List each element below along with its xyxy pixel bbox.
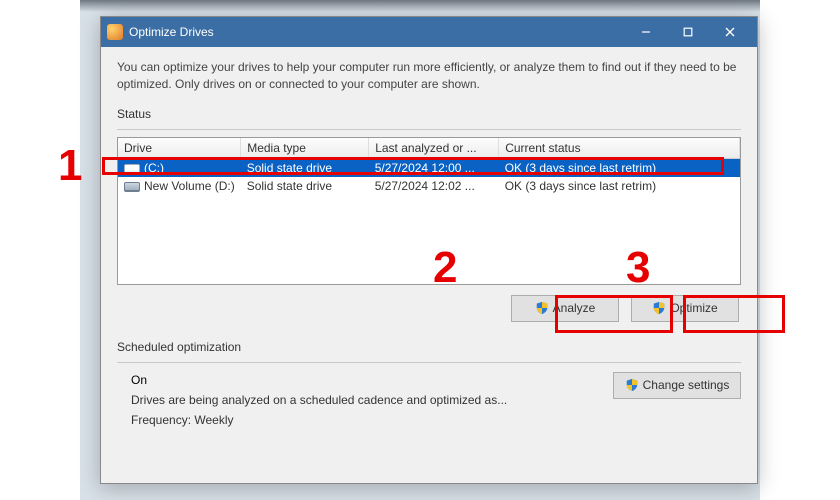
annotation-number-3: 3 — [626, 246, 650, 290]
close-icon — [725, 27, 735, 37]
maximize-button[interactable] — [667, 21, 709, 43]
frequency-label: Frequency: — [131, 413, 191, 427]
drive-name: (C:) — [144, 161, 164, 175]
optimize-label: Optimize — [670, 301, 717, 315]
intro-text: You can optimize your drives to help you… — [117, 59, 741, 93]
scheduled-legend: Scheduled optimization — [117, 340, 247, 354]
drive-icon — [124, 164, 140, 174]
change-settings-label: Change settings — [643, 378, 730, 392]
drive-icon — [124, 182, 140, 192]
col-header-last[interactable]: Last analyzed or ... — [369, 138, 499, 159]
drives-table: Drive Media type Last analyzed or ... Cu… — [118, 138, 740, 195]
table-row[interactable]: (C:) Solid state drive 5/27/2024 12:00 .… — [118, 158, 740, 177]
divider — [117, 362, 741, 363]
drive-status: OK (3 days since last retrim) — [499, 177, 740, 195]
optimize-button[interactable]: Optimize — [631, 295, 739, 322]
page-margin-left — [0, 0, 80, 500]
shield-icon — [625, 378, 639, 392]
drive-status: OK (3 days since last retrim) — [499, 158, 740, 177]
col-header-drive[interactable]: Drive — [118, 138, 241, 159]
window-content: You can optimize your drives to help you… — [101, 47, 757, 443]
change-settings-button[interactable]: Change settings — [613, 372, 741, 399]
col-header-status[interactable]: Current status — [499, 138, 740, 159]
drive-media: Solid state drive — [241, 177, 369, 195]
analyze-label: Analyze — [553, 301, 596, 315]
top-shadow — [80, 0, 760, 12]
minimize-button[interactable] — [625, 21, 667, 43]
table-row[interactable]: New Volume (D:) Solid state drive 5/27/2… — [118, 177, 740, 195]
drive-name: New Volume (D:) — [144, 179, 235, 193]
scheduled-state: On — [131, 370, 613, 390]
titlebar[interactable]: Optimize Drives — [101, 17, 757, 47]
annotation-number-1: 1 — [58, 144, 82, 188]
shield-icon — [535, 301, 549, 315]
scheduled-section: Scheduled optimization On Drives are bei… — [117, 340, 741, 431]
window-title: Optimize Drives — [129, 25, 625, 39]
status-legend: Status — [117, 107, 157, 121]
shield-icon — [652, 301, 666, 315]
drive-last: 5/27/2024 12:00 ... — [369, 158, 499, 177]
close-button[interactable] — [709, 21, 751, 43]
drive-media: Solid state drive — [241, 158, 369, 177]
status-section: Status Drive Media type Last analyzed or… — [117, 107, 741, 336]
page-margin-right — [760, 0, 840, 500]
optimize-drives-window: Optimize Drives You can optimize your dr… — [100, 16, 758, 484]
analyze-button[interactable]: Analyze — [511, 295, 619, 322]
frequency-value: Weekly — [194, 413, 233, 427]
app-icon — [107, 24, 123, 40]
maximize-icon — [683, 27, 693, 37]
divider — [117, 129, 741, 130]
scheduled-desc: Drives are being analyzed on a scheduled… — [131, 390, 613, 410]
minimize-icon — [641, 27, 651, 37]
col-header-media[interactable]: Media type — [241, 138, 369, 159]
drive-last: 5/27/2024 12:02 ... — [369, 177, 499, 195]
action-button-row: Analyze Optimize — [117, 285, 741, 336]
annotation-number-2: 2 — [433, 246, 457, 290]
